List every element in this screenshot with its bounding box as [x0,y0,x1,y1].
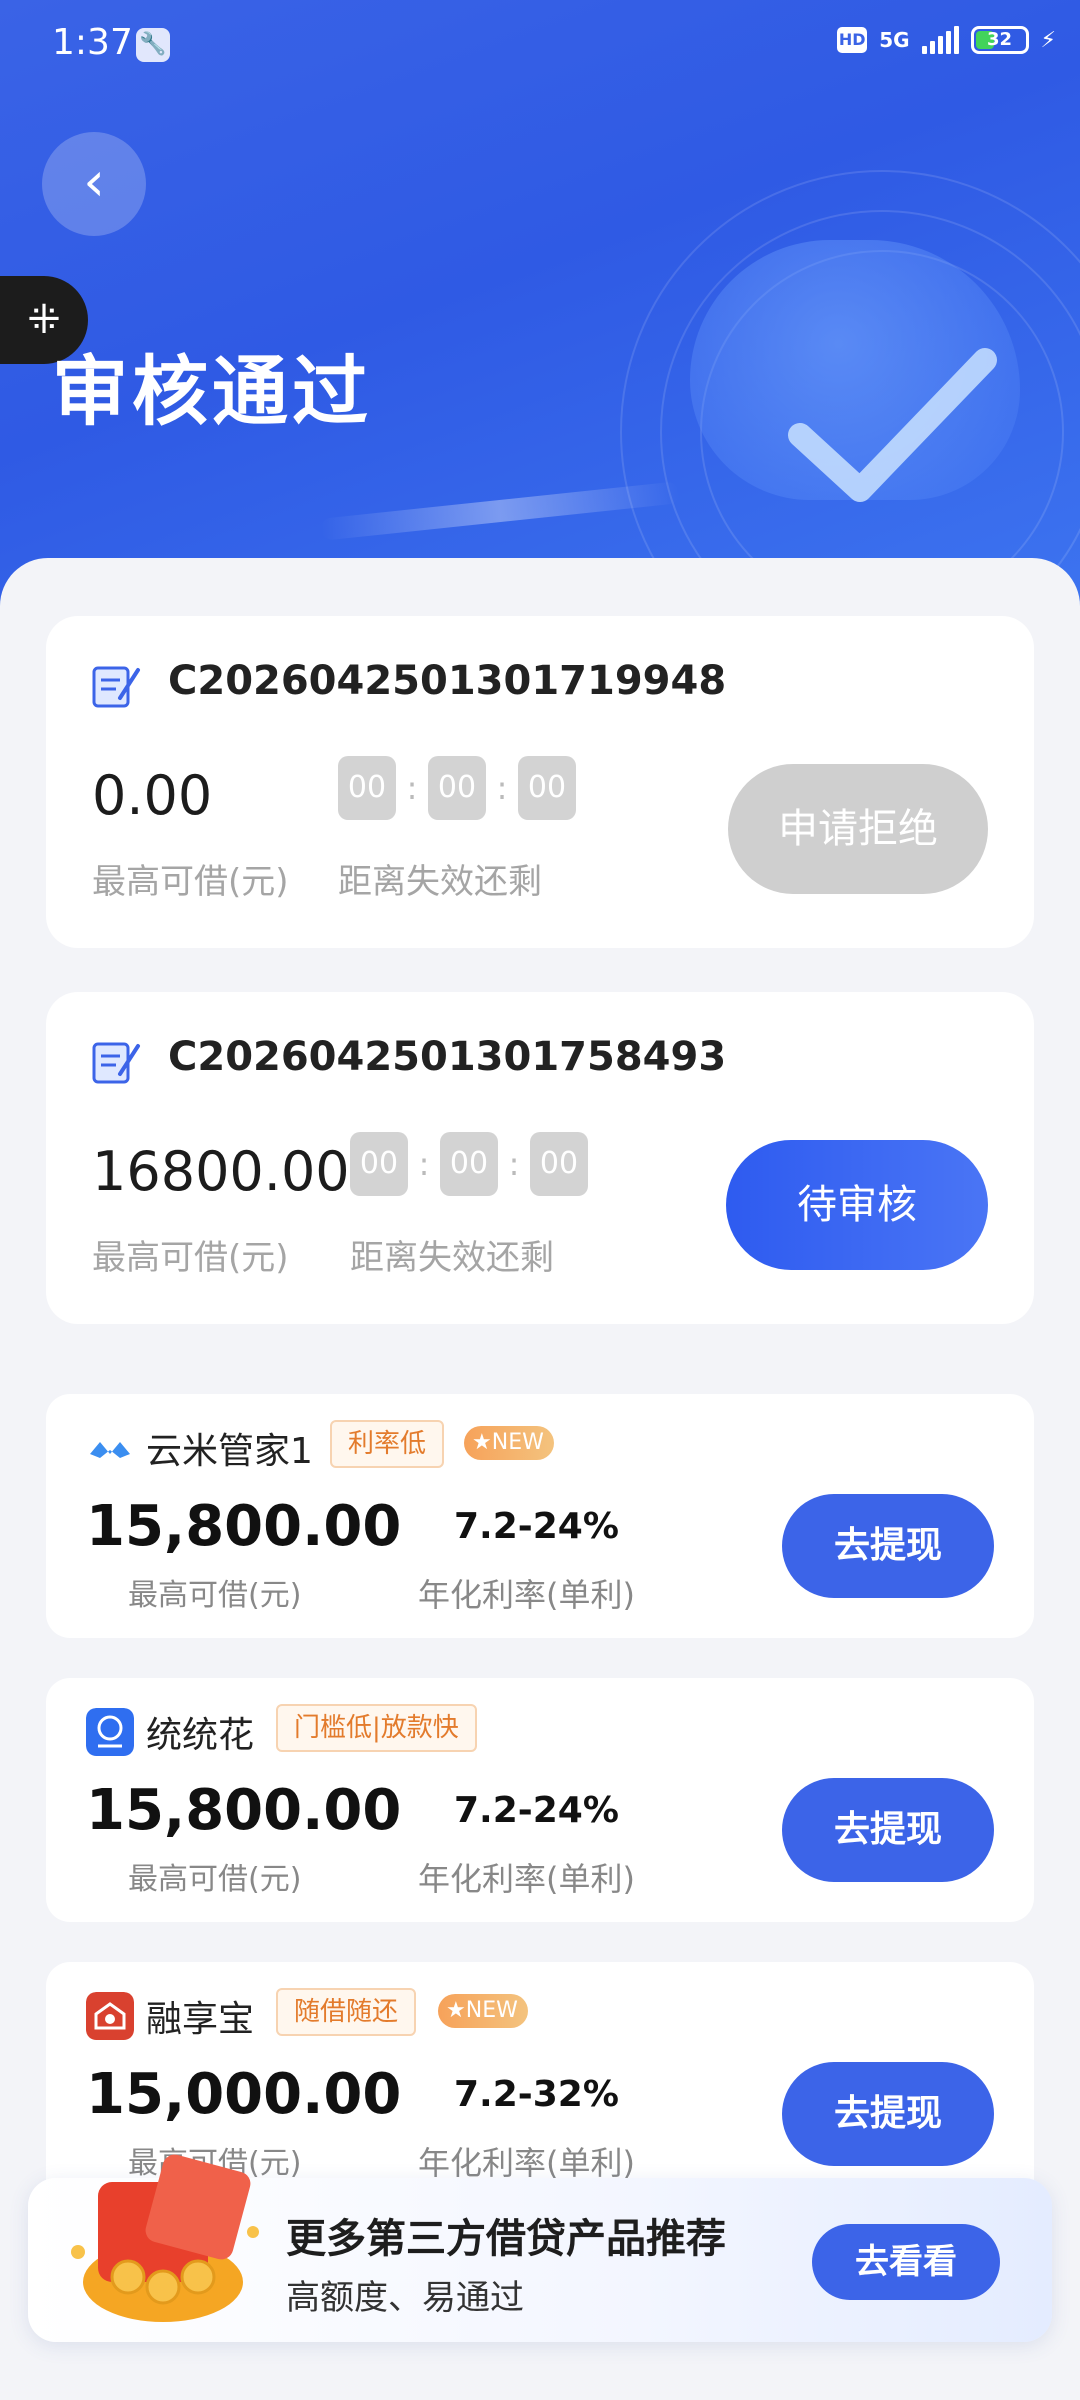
new-badge: ★NEW [438,1994,528,2028]
order-amount-label: 最高可借(元) [92,862,289,902]
product-name: 融享宝 [146,1999,255,2040]
document-icon [92,666,140,708]
product-name: 云米管家1 [146,1431,313,1472]
product-amount: 15,000.00 [86,2062,402,2127]
charging-icon: ⚡ [1040,27,1056,53]
timer-minutes: 00 [428,756,486,820]
new-badge: ★NEW [464,1426,554,1460]
chevron-left-icon: ‹ [83,150,105,213]
countdown-timer: 00 : 00 : 00 [350,1132,588,1196]
order-amount: 16800.00 [92,1140,350,1203]
order-amount: 0.00 [92,764,213,827]
timer-label: 距离失效还剩 [350,1238,554,1278]
timer-seconds: 00 [530,1132,588,1196]
star-icon: ★ [472,1430,492,1455]
product-amount: 15,800.00 [86,1778,402,1843]
product-amount: 15,800.00 [86,1494,402,1559]
red-envelope-coins-icon [71,2154,259,2322]
battery-icon: 32 [970,26,1029,54]
product-amount-label: 最高可借(元) [128,1862,302,1897]
hd-icon: HD [837,27,868,53]
product-card[interactable]: 统统花 门槛低|放款快 15,800.00 最高可借(元) 7.2-24% 年化… [46,1678,1034,1922]
wrench-icon: 🔧 [136,28,170,62]
view-more-button[interactable]: 去看看 [812,2224,1000,2300]
banner-title: 更多第三方借贷产品推荐 [286,2216,726,2262]
hero-header [0,0,1080,620]
pending-review-button[interactable]: 待审核 [726,1140,988,1270]
countdown-timer: 00 : 00 : 00 [338,756,576,820]
product-rate: 7.2-24% [454,1506,619,1547]
product-rate-label: 年化利率(单利) [418,1576,635,1614]
product-tag: 利率低 [330,1420,445,1468]
status-bar: 1:37 🔧 HD 5G 32 ⚡ [0,0,1080,90]
product-tag: 门槛低|放款快 [276,1704,477,1752]
order-id: C2026042501301758493 [168,1034,727,1080]
recommend-banner[interactable]: 更多第三方借贷产品推荐 高额度、易通过 去看看 [28,2154,1052,2342]
banner-subtitle: 高额度、易通过 [286,2278,524,2318]
star-icon: ★ [446,1998,466,2023]
timer-minutes: 00 [440,1132,498,1196]
status-time: 1:37 [52,22,133,63]
order-amount-label: 最高可借(元) [92,1238,289,1278]
timer-label: 距离失效还剩 [338,862,542,902]
timer-hours: 00 [350,1132,408,1196]
order-card: C2026042501301758493 16800.00 最高可借(元) 00… [46,992,1034,1324]
timer-seconds: 00 [518,756,576,820]
network-type: 5G [879,28,910,52]
light-streak-decor [319,481,681,541]
product-tag: 随借随还 [276,1988,417,2036]
battery-level: 32 [987,29,1013,50]
yunmi-logo-icon [90,1442,130,1458]
withdraw-button[interactable]: 去提现 [782,1778,994,1882]
tongtonghua-logo-icon [86,1708,134,1756]
checkmark-icon [788,348,997,502]
document-icon [92,1042,140,1084]
rongxiangbao-logo-icon [86,1992,134,2040]
product-rate-label: 年化利率(单利) [418,1860,635,1898]
content-panel: C2026042501301719948 0.00 最高可借(元) 00 : 0… [0,558,1080,2400]
product-card[interactable]: 云米管家1 利率低 ★NEW 15,800.00 最高可借(元) 7.2-24%… [46,1394,1034,1638]
order-id: C2026042501301719948 [168,658,727,704]
product-rate: 7.2-24% [454,1790,619,1831]
reject-button[interactable]: 申请拒绝 [728,764,988,894]
back-button[interactable]: ‹ [42,132,146,236]
timer-hours: 00 [338,756,396,820]
withdraw-button[interactable]: 去提现 [782,1494,994,1598]
order-card: C2026042501301719948 0.00 最高可借(元) 00 : 0… [46,616,1034,948]
product-rate: 7.2-32% [454,2074,619,2115]
product-name: 统统花 [146,1715,255,1756]
withdraw-button[interactable]: 去提现 [782,2062,994,2166]
signal-icon [921,26,959,54]
product-amount-label: 最高可借(元) [128,1578,302,1613]
page-title: 审核通过 [52,347,372,436]
